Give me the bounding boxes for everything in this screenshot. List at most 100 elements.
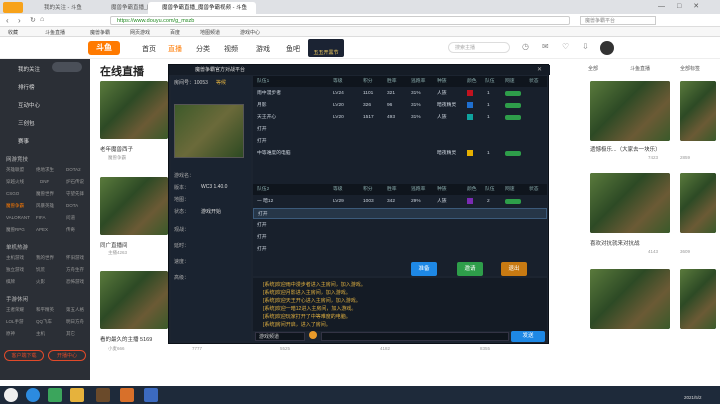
chat-input[interactable] [321, 332, 509, 341]
player-slot[interactable]: 打开 [253, 244, 547, 255]
download-icon[interactable]: ⇩ [582, 42, 589, 51]
sidebar-cat[interactable]: 传奇 [66, 227, 75, 233]
sidebar-cat[interactable]: 主机游戏 [6, 255, 24, 261]
refresh-icon[interactable]: ↻ [30, 16, 36, 24]
stream-thumbnail[interactable] [680, 81, 716, 141]
bookmark-item[interactable]: 魔兽争霸 [90, 29, 110, 36]
sidebar-cat[interactable]: 魔兽世界 [36, 191, 54, 197]
broadcast-center-button[interactable]: 开播中心 [48, 350, 86, 361]
game-taskbar-icon[interactable] [96, 388, 110, 402]
sidebar-cat[interactable]: 英雄联盟 [6, 167, 24, 173]
bookmark-item[interactable]: 斗鱼直播 [45, 29, 65, 36]
stream-title[interactable]: 同广直播间 [100, 241, 128, 249]
browser-taskbar-icon[interactable] [26, 388, 40, 402]
nav-video[interactable]: 视频 [224, 44, 238, 54]
stream-thumbnail[interactable] [100, 81, 168, 139]
player-slot[interactable]: 雨中漫步者 LV24 1101 321 31% 人族 1 [253, 88, 547, 99]
player-color-swatch[interactable] [467, 114, 473, 120]
start-icon[interactable] [4, 388, 18, 402]
browser-search-input[interactable]: 魔兽争霸平台 [580, 16, 656, 25]
stream-thumbnail[interactable] [100, 271, 168, 329]
url-input[interactable]: https://www.douyu.com/g_mszb [110, 16, 570, 25]
slot-team[interactable]: 2 [487, 196, 490, 207]
sidebar-cat[interactable]: DOTA2 [66, 167, 81, 172]
stream-thumbnail[interactable] [590, 81, 670, 141]
sidebar-cat[interactable]: 方舟生存 [66, 267, 84, 273]
filter-link[interactable]: 全部 [588, 65, 598, 72]
client-download-button[interactable]: 客户端下载 [4, 350, 44, 361]
sidebar-cat[interactable]: 主机 [36, 331, 45, 337]
message-icon[interactable]: ✉ [542, 42, 549, 51]
bookmark-item[interactable]: 百度 [170, 29, 180, 36]
sidebar-cat[interactable]: 穿越火线 [6, 179, 24, 185]
slot-team[interactable]: 1 [487, 112, 490, 123]
forward-icon[interactable]: › [18, 16, 21, 25]
stream-thumbnail[interactable] [590, 269, 670, 329]
sidebar-cat[interactable]: CSGO [6, 191, 19, 196]
browser-tab-3[interactable]: 魔兽争霸直播_魔兽争霸视频 - 斗鱼 [148, 2, 256, 14]
player-slot[interactable]: 打开 [253, 220, 547, 231]
sidebar-cat[interactable]: 怀旧游戏 [66, 255, 84, 261]
sidebar-item-interact[interactable]: 互动中心 [18, 101, 40, 109]
sidebar-cat[interactable]: 我的世界 [36, 255, 54, 261]
sidebar-cat[interactable]: 独立游戏 [6, 267, 24, 273]
app-taskbar-icon[interactable] [120, 388, 134, 402]
sidebar-cat[interactable]: DNF [40, 179, 49, 184]
player-color-swatch[interactable] [467, 150, 473, 156]
sidebar-cat[interactable]: 风暴英雄 [36, 203, 54, 209]
filter-link[interactable]: 斗鱼直播 [630, 65, 650, 72]
sidebar-cat[interactable]: FIFA [36, 215, 46, 220]
player-slot[interactable]: 打开 [253, 208, 547, 219]
send-button[interactable]: 发送 [511, 331, 545, 342]
sidebar-cat[interactable]: 棋牌 [6, 279, 15, 285]
home-icon[interactable]: ⌂ [40, 16, 44, 23]
player-color-swatch[interactable] [467, 102, 473, 108]
bookmark-item[interactable]: 收藏 [8, 29, 18, 36]
filter-link[interactable]: 全部标签 [680, 65, 700, 72]
sidebar-cat[interactable]: 和平精英 [36, 307, 54, 313]
app-taskbar-icon[interactable] [144, 388, 158, 402]
slot-team[interactable]: 1 [487, 148, 490, 159]
sidebar-cat[interactable]: 其它 [66, 331, 75, 337]
sidebar-cat[interactable]: QQ飞车 [36, 319, 52, 325]
sidebar-item-rank[interactable]: 排行榜 [18, 83, 35, 91]
bookmark-item[interactable]: 网页游戏 [130, 29, 150, 36]
sidebar-cat[interactable]: LOL手游 [6, 319, 24, 325]
nav-category[interactable]: 分类 [196, 44, 210, 54]
stream-thumbnail[interactable] [680, 269, 716, 329]
slot-team[interactable]: 1 [487, 100, 490, 111]
nav-home[interactable]: 首页 [142, 44, 156, 54]
stream-title[interactable]: 喜欢对抗就来对抗战 [590, 239, 640, 247]
chat-channel-select[interactable]: 游戏频道 [255, 332, 305, 341]
history-icon[interactable]: ◷ [522, 42, 529, 51]
sidebar-cat[interactable]: 第五人格 [66, 307, 84, 313]
sidebar-cat[interactable]: 王者荣耀 [6, 307, 24, 313]
bookmark-item[interactable]: 地图频道 [200, 29, 220, 36]
sidebar-cat[interactable]: 恐怖游戏 [66, 279, 84, 285]
sidebar-cat[interactable]: 问道 [66, 215, 75, 221]
player-color-swatch[interactable] [467, 90, 473, 96]
nav-live[interactable]: 直播 [168, 44, 182, 54]
promo-banner[interactable]: 五五开黑节 [308, 39, 344, 57]
stream-title[interactable]: 老年魔兽西子 [100, 145, 133, 153]
nav-yuba[interactable]: 鱼吧 [286, 44, 300, 54]
slot-team[interactable]: 1 [487, 88, 490, 99]
sidebar-cat[interactable]: VALORANT [6, 215, 30, 220]
player-slot[interactable]: 月影 LV20 326 96 31% 暗夜精灵 1 [253, 100, 547, 111]
sidebar-item-pack[interactable]: 三创包 [18, 119, 35, 127]
stream-thumbnail[interactable] [590, 173, 670, 233]
sidebar-cat[interactable]: DOTA [66, 203, 78, 208]
invite-button[interactable]: 邀请 [457, 262, 483, 276]
folder-taskbar-icon[interactable] [70, 388, 84, 402]
player-color-swatch[interactable] [467, 198, 473, 204]
sidebar-cat[interactable]: 绝地求生 [36, 167, 54, 173]
sidebar-tag[interactable]: 赛事 [18, 137, 29, 145]
stream-title[interactable]: 遗憾极乐...（大家去一块乐） [590, 145, 661, 153]
sidebar-cat[interactable]: 饥荒 [36, 267, 45, 273]
browser-tab-1[interactable]: 我的关注 - 斗鱼 [30, 2, 96, 14]
player-slot[interactable]: 打开 [253, 136, 547, 147]
sidebar-cat[interactable]: 明日方舟 [66, 319, 84, 325]
ready-button[interactable]: 准备 [411, 262, 437, 276]
sidebar-cat[interactable]: 炉石传说 [66, 179, 84, 185]
sidebar-cat[interactable]: 守望先锋 [66, 191, 84, 197]
